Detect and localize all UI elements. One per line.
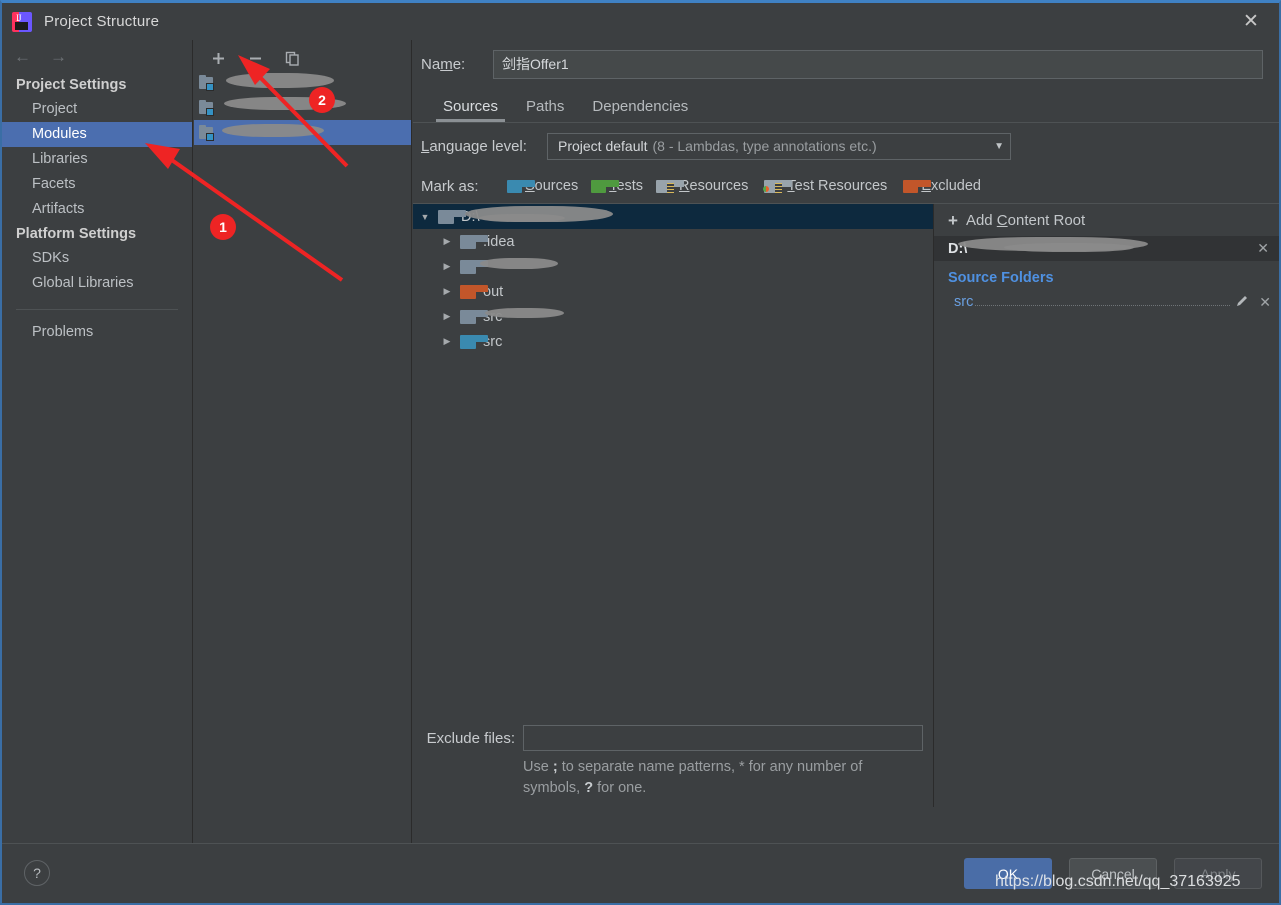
- content-root-path: D:\: [948, 240, 968, 257]
- remove-module-icon[interactable]: [245, 48, 265, 68]
- tree-row[interactable]: ▶ .idea: [413, 229, 933, 254]
- content-split: ▼ D:\ ▶ .idea ▶ ▶ out ▶ src ▶ src Exclud…: [413, 203, 1279, 807]
- help-button[interactable]: ?: [24, 860, 50, 886]
- settings-sidebar: ← → Project Settings Project Modules Lib…: [2, 40, 193, 845]
- edit-pencil-icon[interactable]: [1236, 294, 1249, 310]
- language-level-select[interactable]: Project default (8 - Lambdas, type annot…: [547, 132, 1011, 160]
- exclude-files-input[interactable]: [523, 725, 923, 751]
- folder-icon: [438, 209, 466, 224]
- exclude-files-area: Exclude files: Use ; to separate name pa…: [413, 719, 934, 807]
- add-module-icon[interactable]: [208, 48, 228, 68]
- exclude-files-hint: Use ; to separate name patterns, * for a…: [523, 759, 863, 796]
- sidebar-item-libraries[interactable]: Libraries: [2, 147, 192, 172]
- module-icon: [199, 74, 217, 91]
- copy-module-icon[interactable]: [282, 48, 302, 68]
- module-name-row: Name:: [413, 40, 1279, 88]
- module-icon: [199, 124, 217, 141]
- remove-content-root-icon[interactable]: ✕: [1257, 240, 1269, 257]
- mark-as-row: Mark as: Sources Tests Resources: [413, 169, 1279, 203]
- add-content-root-button[interactable]: + Add Content Root: [934, 204, 1279, 236]
- tree-row[interactable]: ▶: [413, 254, 933, 279]
- sidebar-item-facets[interactable]: Facets: [2, 172, 192, 197]
- exclude-files-row: Exclude files:: [417, 719, 934, 757]
- language-level-label: Language level:: [421, 137, 527, 155]
- sidebar-item-project[interactable]: Project: [2, 97, 192, 122]
- content-root-details: + Add Content Root D:\ ✕ Source Folders …: [934, 204, 1279, 807]
- sidebar-group-project-settings: Project Settings: [16, 77, 127, 93]
- window-title: Project Structure: [44, 13, 160, 30]
- folder-sources-icon: [460, 334, 488, 349]
- project-structure-dialog: IJ Project Structure ✕ ← → Project Setti…: [0, 0, 1281, 905]
- mark-as-sources-button[interactable]: Sources: [507, 178, 578, 194]
- source-folders-title: Source Folders: [948, 270, 1054, 286]
- annotation-badge-1: 1: [210, 214, 236, 240]
- sidebar-item-artifacts[interactable]: Artifacts: [2, 197, 192, 222]
- content-root-entry[interactable]: D:\ ✕: [934, 236, 1279, 261]
- expand-arrow-icon[interactable]: ▼: [419, 212, 431, 222]
- tab-dependencies[interactable]: Dependencies: [578, 98, 702, 122]
- folder-icon: [460, 309, 488, 324]
- source-folder-entry[interactable]: src ✕: [934, 290, 1279, 314]
- mark-as-test-resources-button[interactable]: Test Resources: [763, 178, 887, 194]
- exclude-files-label: Exclude files:: [426, 729, 515, 747]
- folder-excluded-icon: [460, 284, 488, 299]
- module-editor-pane: Name: Sources Paths Dependencies Languag…: [413, 40, 1279, 845]
- modules-toolbar: [194, 40, 411, 70]
- tree-row[interactable]: ▶ src: [413, 329, 933, 354]
- name-label: Name:: [421, 55, 466, 73]
- intellij-idea-icon: IJ: [12, 11, 32, 32]
- plus-icon: +: [948, 210, 958, 230]
- folder-icon: [460, 234, 488, 249]
- forward-arrow-icon[interactable]: →: [50, 48, 67, 65]
- expand-arrow-icon[interactable]: ▶: [441, 261, 453, 272]
- remove-source-folder-icon[interactable]: ✕: [1259, 294, 1271, 311]
- sidebar-divider: [16, 309, 178, 310]
- modules-list-panel: [194, 40, 412, 845]
- mark-as-resources-button[interactable]: Resources: [656, 178, 748, 194]
- module-name-input[interactable]: [493, 49, 1263, 79]
- folder-icon: [460, 259, 488, 274]
- language-level-row: Language level: Project default (8 - Lam…: [413, 123, 1279, 169]
- module-icon: [199, 99, 217, 116]
- annotation-badge-2: 2: [309, 87, 335, 113]
- sidebar-item-sdks[interactable]: SDKs: [2, 246, 192, 271]
- dotted-separator: [975, 304, 1231, 306]
- expand-arrow-icon[interactable]: ▶: [441, 286, 453, 297]
- folder-tests-icon: [591, 179, 620, 193]
- folder-resources-icon: [656, 179, 685, 193]
- expand-arrow-icon[interactable]: ▶: [441, 311, 453, 322]
- source-folder-name: src: [954, 294, 974, 310]
- folder-sources-icon: [507, 179, 535, 193]
- title-bar: IJ Project Structure ✕: [2, 3, 1279, 40]
- language-level-hint: (8 - Lambdas, type annotations etc.): [652, 138, 877, 154]
- tree-row[interactable]: ▶ out: [413, 279, 933, 304]
- sidebar-nav: ← →: [2, 40, 192, 73]
- folder-excluded-icon: [903, 179, 932, 193]
- module-tabs: Sources Paths Dependencies: [413, 88, 1279, 122]
- sidebar-item-problems[interactable]: Problems: [2, 320, 192, 345]
- watermark: https://blog.csdn.net/qq_37163925: [995, 873, 1241, 890]
- sidebar-item-modules[interactable]: Modules: [2, 122, 192, 147]
- tree-row[interactable]: ▼ D:\: [413, 204, 933, 229]
- folder-test-resources-icon: [763, 179, 793, 193]
- content-root-tree: ▼ D:\ ▶ .idea ▶ ▶ out ▶ src ▶ src Exclud…: [413, 204, 934, 807]
- back-arrow-icon[interactable]: ←: [14, 48, 31, 65]
- mark-as-tests-button[interactable]: Tests: [591, 178, 643, 194]
- sidebar-item-global-libraries[interactable]: Global Libraries: [2, 271, 192, 296]
- chevron-down-icon: ▼: [994, 140, 1004, 152]
- expand-arrow-icon[interactable]: ▶: [441, 236, 453, 247]
- tree-row[interactable]: ▶ src: [413, 304, 933, 329]
- sidebar-group-platform-settings: Platform Settings: [16, 226, 137, 242]
- module-list-item[interactable]: [194, 120, 411, 145]
- close-icon[interactable]: ✕: [1231, 7, 1271, 35]
- mark-as-excluded-button[interactable]: Excluded: [903, 178, 981, 194]
- language-level-value: Project default: [558, 138, 648, 154]
- tab-sources[interactable]: Sources: [429, 98, 512, 122]
- expand-arrow-icon[interactable]: ▶: [441, 336, 453, 347]
- module-list-item[interactable]: [194, 70, 411, 95]
- tab-paths[interactable]: Paths: [512, 98, 578, 122]
- mark-as-label: Mark as:: [421, 177, 479, 195]
- module-list-item[interactable]: [194, 95, 411, 120]
